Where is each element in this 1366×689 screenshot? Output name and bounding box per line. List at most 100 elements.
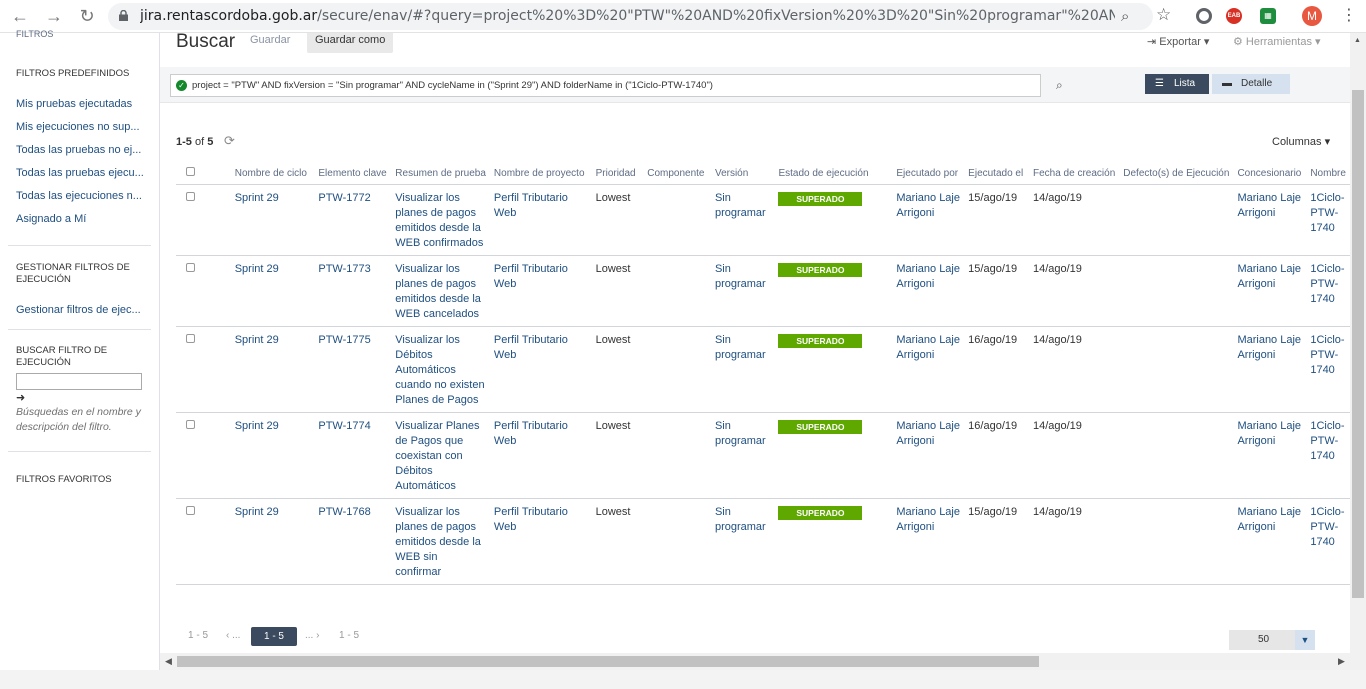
list-view-button[interactable]: ☰ Lista [1145, 74, 1209, 94]
assignee-link[interactable]: Mariano Laje Arrigoni [1237, 334, 1301, 361]
column-header[interactable]: Estado de ejecución [774, 163, 893, 185]
row-checkbox[interactable] [186, 262, 195, 272]
folder-link[interactable]: 1Ciclo-PTW-1740 [1310, 420, 1344, 462]
version-link[interactable]: Sin programar [715, 334, 766, 361]
chevron-down-icon[interactable]: ▼ [1295, 630, 1315, 650]
refresh-icon[interactable]: ⟳ [224, 133, 235, 149]
row-checkbox[interactable] [186, 333, 195, 343]
folder-link[interactable]: 1Ciclo-PTW-1740 [1310, 263, 1344, 305]
sidebar-filter-link[interactable]: Todas las ejecuciones n... [16, 190, 144, 202]
pager-current[interactable]: 1 - 5 [251, 627, 297, 646]
page-size-select[interactable]: 50 [1229, 630, 1298, 650]
save-as-button[interactable]: Guardar como [307, 33, 394, 53]
key-link[interactable]: PTW-1775 [318, 334, 370, 346]
assignee-link[interactable]: Mariano Laje Arrigoni [1237, 506, 1301, 533]
sheets-extension-icon[interactable]: ▦ [1260, 8, 1276, 24]
assignee-link[interactable]: Mariano Laje Arrigoni [1237, 263, 1301, 290]
column-header[interactable]: Versión [710, 163, 775, 185]
select-all-checkbox[interactable] [186, 167, 195, 177]
sidebar-filter-link[interactable]: Mis pruebas ejecutadas [16, 98, 144, 110]
address-bar[interactable]: jira.rentascordoba.gob.ar/secure/enav/#?… [108, 3, 1153, 30]
version-link[interactable]: Sin programar [715, 506, 766, 533]
vertical-scrollbar[interactable]: ▲ [1350, 33, 1366, 670]
horizontal-scrollbar[interactable]: ◀ ▶ [160, 653, 1350, 670]
zql-query-input[interactable]: ✓ project = "PTW" AND fixVersion = "Sin … [170, 74, 1041, 97]
tools-menu[interactable]: ⚙ Herramientas ▾ [1233, 35, 1321, 48]
zoom-icon[interactable]: ⌕ [1121, 8, 1129, 25]
column-header[interactable]: Concesionario [1233, 163, 1307, 185]
executed-by-link[interactable]: Mariano Laje Arrigoni [896, 263, 960, 290]
key-link[interactable]: PTW-1772 [318, 192, 370, 204]
row-checkbox[interactable] [186, 419, 195, 429]
column-header[interactable]: Nombre [1306, 163, 1350, 185]
cycle-link[interactable]: Sprint 29 [235, 420, 279, 432]
table-row[interactable]: Sprint 29 PTW-1773 Visualizar los planes d… [176, 255, 1350, 327]
forward-icon[interactable]: → [44, 6, 64, 26]
table-row[interactable]: Sprint 29 PTW-1772 Visualizar los planes d… [176, 184, 1350, 256]
scroll-thumb[interactable] [177, 656, 1039, 667]
adblock-extension-icon[interactable]: EAB [1226, 8, 1242, 24]
table-row[interactable]: Sprint 29 PTW-1775 Visualizar los Débitos … [176, 326, 1350, 413]
summary-link[interactable]: Visualizar Planes de Pagos que coexistan… [395, 420, 479, 492]
row-checkbox[interactable] [186, 505, 195, 515]
row-checkbox[interactable] [186, 191, 195, 201]
executed-by-link[interactable]: Mariano Laje Arrigoni [896, 192, 960, 219]
folder-link[interactable]: 1Ciclo-PTW-1740 [1310, 334, 1344, 376]
executed-by-link[interactable]: Mariano Laje Arrigoni [896, 506, 960, 533]
folder-link[interactable]: 1Ciclo-PTW-1740 [1310, 192, 1344, 234]
column-header[interactable]: Resumen de prueba [391, 163, 490, 185]
column-header[interactable]: Defecto(s) de Ejecución [1119, 163, 1234, 185]
column-header[interactable]: Fecha de creación [1028, 163, 1120, 185]
detail-view-button[interactable]: ▬ Detalle [1212, 74, 1290, 94]
summary-link[interactable]: Visualizar los planes de pagos emitidos … [395, 192, 483, 249]
column-header[interactable]: Nombre de ciclo [230, 163, 315, 185]
version-link[interactable]: Sin programar [715, 420, 766, 447]
column-header[interactable]: Prioridad [591, 163, 644, 185]
manage-filters-link[interactable]: Gestionar filtros de ejec... [16, 304, 144, 316]
table-row[interactable]: Sprint 29 PTW-1768 Visualizar los planes d… [176, 498, 1350, 585]
save-button[interactable]: Guardar [250, 34, 290, 46]
column-header[interactable]: Elemento clave [314, 163, 392, 185]
summary-link[interactable]: Visualizar los planes de pagos emitidos … [395, 263, 481, 320]
scroll-up-icon[interactable]: ▲ [1354, 37, 1361, 44]
column-header[interactable]: Componente [643, 163, 711, 185]
sidebar-filter-link[interactable]: Asignado a Mí [16, 213, 144, 225]
search-icon[interactable]: ⌕ [1056, 78, 1063, 93]
cycle-link[interactable]: Sprint 29 [235, 334, 279, 346]
column-header[interactable]: Ejecutado por [892, 163, 965, 185]
columns-button[interactable]: Columnas ▾ [1272, 135, 1330, 148]
assignee-link[interactable]: Mariano Laje Arrigoni [1237, 420, 1301, 447]
table-row[interactable]: Sprint 29 PTW-1774 Visualizar Planes de Pa… [176, 412, 1350, 499]
search-submit-arrow-icon[interactable]: ➜ [16, 391, 25, 404]
scroll-right-icon[interactable]: ▶ [1338, 656, 1345, 667]
project-link[interactable]: Perfil Tributario Web [494, 263, 568, 290]
version-link[interactable]: Sin programar [715, 192, 766, 219]
sidebar-filter-link[interactable]: Todas las pruebas ejecu... [16, 167, 144, 179]
project-link[interactable]: Perfil Tributario Web [494, 506, 568, 533]
executed-by-link[interactable]: Mariano Laje Arrigoni [896, 334, 960, 361]
sidebar-filter-link[interactable]: Mis ejecuciones no sup... [16, 121, 144, 133]
assignee-link[interactable]: Mariano Laje Arrigoni [1237, 192, 1301, 219]
back-icon[interactable]: ← [10, 6, 30, 26]
cycle-link[interactable]: Sprint 29 [235, 506, 279, 518]
status-badge[interactable]: SUPERADO [778, 191, 863, 206]
version-link[interactable]: Sin programar [715, 263, 766, 290]
profile-avatar[interactable]: M [1302, 6, 1322, 26]
status-badge[interactable]: SUPERADO [778, 333, 863, 348]
pager-next[interactable]: ... › [305, 630, 319, 641]
project-link[interactable]: Perfil Tributario Web [494, 420, 568, 447]
scroll-left-icon[interactable]: ◀ [165, 656, 172, 667]
pager-first[interactable]: 1 - 5 [188, 630, 208, 641]
export-menu[interactable]: ⇥ Exportar ▾ [1147, 35, 1209, 48]
pager-prev[interactable]: ‹ ... [226, 630, 240, 641]
key-link[interactable]: PTW-1773 [318, 263, 370, 275]
browser-menu-icon[interactable]: ⋮ [1341, 6, 1357, 26]
cycle-link[interactable]: Sprint 29 [235, 263, 279, 275]
key-link[interactable]: PTW-1768 [318, 506, 370, 518]
bookmark-star-icon[interactable]: ☆ [1156, 5, 1171, 25]
status-badge[interactable]: SUPERADO [778, 419, 863, 434]
cycle-link[interactable]: Sprint 29 [235, 192, 279, 204]
summary-link[interactable]: Visualizar los Débitos Automáticos cuand… [395, 334, 484, 406]
column-header[interactable]: Nombre de proyecto [489, 163, 592, 185]
reload-icon[interactable]: ↻ [77, 6, 97, 26]
